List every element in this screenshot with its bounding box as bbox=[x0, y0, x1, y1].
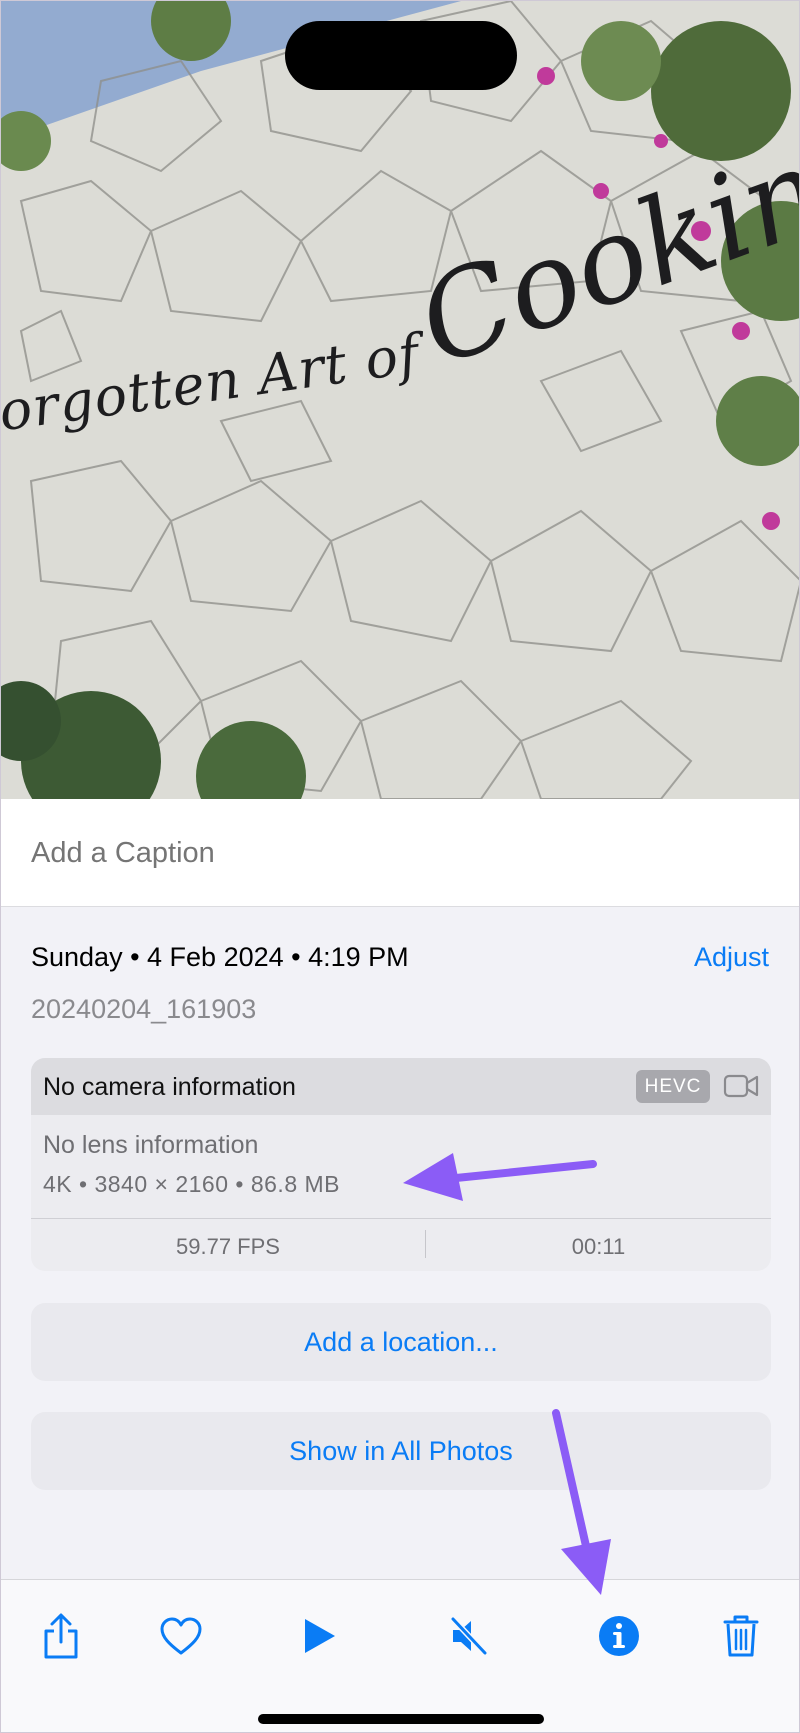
dynamic-island bbox=[285, 21, 517, 90]
photo-info-screen: orgotten Art of Cooking Sunday • 4 Feb 2… bbox=[0, 0, 800, 1733]
format-badge: HEVC bbox=[636, 1070, 710, 1103]
caption-input[interactable] bbox=[31, 837, 408, 870]
info-icon[interactable] bbox=[591, 1608, 647, 1664]
video-duration: 00:11 bbox=[571, 1234, 626, 1259]
video-camera-icon bbox=[723, 1072, 759, 1105]
adjust-button[interactable]: Adjust bbox=[694, 942, 769, 973]
trash-icon[interactable] bbox=[713, 1608, 769, 1664]
capture-datetime: Sunday • 4 Feb 2024 • 4:19 PM bbox=[31, 942, 409, 972]
play-icon[interactable] bbox=[291, 1608, 347, 1664]
heart-icon[interactable] bbox=[153, 1608, 209, 1664]
photo-view[interactable]: orgotten Art of Cooking bbox=[1, 1, 799, 799]
metadata-card-header: No camera information HEVC bbox=[31, 1058, 771, 1115]
show-in-all-photos-button[interactable]: Show in All Photos bbox=[31, 1412, 771, 1490]
card-divider bbox=[31, 1218, 771, 1219]
file-name: 20240204_161903 bbox=[31, 994, 257, 1024]
camera-info: No camera information bbox=[43, 1073, 296, 1101]
bottom-toolbar bbox=[1, 1579, 799, 1732]
frame-rate: 59.77 FPS bbox=[176, 1234, 280, 1259]
share-icon[interactable] bbox=[33, 1608, 89, 1664]
add-location-button[interactable]: Add a location... bbox=[31, 1303, 771, 1381]
lens-info: No lens information bbox=[43, 1131, 259, 1159]
metadata-card: No camera information HEVC No lens infor… bbox=[31, 1058, 771, 1271]
mute-icon[interactable] bbox=[441, 1608, 497, 1664]
home-indicator bbox=[258, 1714, 544, 1724]
video-specs: 4K • 3840 × 2160 • 86.8 MB bbox=[43, 1171, 340, 1197]
caption-area bbox=[1, 799, 799, 907]
